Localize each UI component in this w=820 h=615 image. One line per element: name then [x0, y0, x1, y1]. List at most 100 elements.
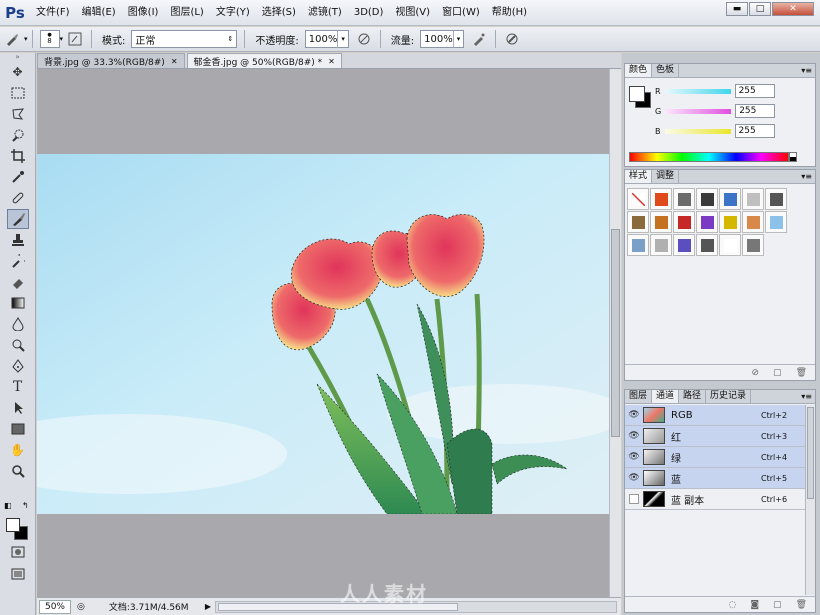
blur-tool-icon[interactable]: [7, 314, 29, 334]
menu-file[interactable]: 文件(F): [30, 0, 76, 26]
style-swatch[interactable]: [719, 234, 741, 256]
panel-foreground-swatch[interactable]: [629, 86, 645, 102]
pen-tool-icon[interactable]: [7, 356, 29, 376]
brush-panel-icon[interactable]: [66, 30, 84, 48]
eye-icon[interactable]: 👁: [625, 452, 643, 462]
menu-filter[interactable]: 滤镜(T): [302, 0, 348, 26]
eyedropper-tool-icon[interactable]: [7, 167, 29, 187]
value-b[interactable]: 255: [734, 124, 775, 138]
airbrush-icon[interactable]: [470, 30, 488, 48]
style-swatch[interactable]: [627, 234, 649, 256]
slider-r[interactable]: [664, 88, 731, 94]
brush-dropdown-icon[interactable]: ▾: [60, 35, 64, 43]
clear-style-icon[interactable]: ⊘: [752, 368, 760, 378]
menu-select[interactable]: 选择(S): [256, 0, 302, 26]
style-swatch[interactable]: [627, 188, 649, 210]
style-swatch[interactable]: [765, 188, 787, 210]
channel-row-blue-copy[interactable]: 蓝 副本 Ctrl+6: [625, 489, 805, 510]
marquee-tool-icon[interactable]: [7, 83, 29, 103]
gradient-tool-icon[interactable]: [7, 293, 29, 313]
doc-tab-background[interactable]: 背景.jpg @ 33.3%(RGB/8#) ✕: [37, 53, 185, 68]
brush-tool-preset-icon[interactable]: [3, 30, 21, 48]
opacity-dropdown-icon[interactable]: ▾: [337, 30, 347, 48]
hand-tool-icon[interactable]: ✋: [7, 440, 29, 460]
channel-row-red[interactable]: 👁 红 Ctrl+3: [625, 426, 805, 447]
menu-view[interactable]: 视图(V): [389, 0, 436, 26]
new-style-icon[interactable]: ▢: [773, 368, 782, 378]
close-tab-icon[interactable]: ✕: [328, 57, 335, 66]
menu-image[interactable]: 图像(I): [122, 0, 165, 26]
tab-channels[interactable]: 通道: [652, 390, 680, 403]
value-r[interactable]: 255: [734, 84, 775, 98]
slider-g[interactable]: [665, 108, 732, 114]
foreground-color-swatch[interactable]: [6, 518, 20, 532]
move-tool-icon[interactable]: ✥: [7, 62, 29, 82]
new-channel-icon[interactable]: ▢: [773, 600, 782, 610]
tab-styles[interactable]: 样式: [625, 170, 653, 183]
eraser-tool-icon[interactable]: [7, 272, 29, 292]
crop-tool-icon[interactable]: [7, 146, 29, 166]
style-swatch[interactable]: [673, 188, 695, 210]
menu-edit[interactable]: 编辑(E): [76, 0, 122, 26]
style-swatch[interactable]: [650, 188, 672, 210]
style-swatch[interactable]: [673, 234, 695, 256]
flow-input[interactable]: 100% ▾: [420, 30, 465, 48]
minimize-button[interactable]: ▬: [726, 2, 748, 16]
tab-swatches[interactable]: 色板: [652, 64, 680, 77]
delete-style-icon[interactable]: 🗑: [796, 368, 807, 378]
style-swatch[interactable]: [742, 188, 764, 210]
history-brush-tool-icon[interactable]: [7, 251, 29, 271]
value-g[interactable]: 255: [735, 104, 776, 118]
dodge-tool-icon[interactable]: [7, 335, 29, 355]
style-swatch[interactable]: [742, 211, 764, 233]
tab-paths[interactable]: 路径: [679, 390, 707, 403]
brush-size-picker[interactable]: ● 8: [39, 30, 60, 48]
delete-channel-icon[interactable]: 🗑: [796, 600, 807, 610]
style-swatch[interactable]: [719, 211, 741, 233]
close-button[interactable]: ✕: [772, 2, 814, 16]
eye-icon[interactable]: 👁: [625, 473, 643, 483]
channel-row-blue[interactable]: 👁 蓝 Ctrl+5: [625, 468, 805, 489]
panel-menu-icon[interactable]: ▾≡: [801, 390, 812, 403]
eye-icon[interactable]: 👁: [625, 410, 643, 420]
screen-mode-icon[interactable]: [7, 564, 29, 584]
channels-scrollbar[interactable]: [805, 405, 815, 595]
path-selection-tool-icon[interactable]: [7, 398, 29, 418]
tab-layers[interactable]: 图层: [625, 390, 653, 403]
slider-b[interactable]: [664, 128, 731, 134]
preset-dropdown-icon[interactable]: ▾: [24, 35, 28, 43]
style-swatch[interactable]: [765, 211, 787, 233]
style-swatch[interactable]: [696, 211, 718, 233]
default-colors-icon[interactable]: ◧: [4, 501, 12, 510]
rectangle-tool-icon[interactable]: [7, 419, 29, 439]
status-menu-arrow-icon[interactable]: ▶: [205, 602, 211, 611]
doc-tab-tulip[interactable]: 郁金香.jpg @ 50%(RGB/8#) * ✕: [186, 53, 342, 68]
style-swatch[interactable]: [719, 188, 741, 210]
tulip-photo-canvas[interactable]: [37, 154, 609, 514]
pressure-opacity-icon[interactable]: [355, 30, 373, 48]
style-swatch[interactable]: [696, 188, 718, 210]
quick-mask-icon[interactable]: [7, 542, 29, 562]
channel-row-green[interactable]: 👁 绿 Ctrl+4: [625, 447, 805, 468]
color-spectrum-ramp[interactable]: [629, 152, 789, 162]
vertical-scrollbar-thumb[interactable]: [611, 229, 620, 437]
panel-menu-icon[interactable]: ▾≡: [801, 170, 812, 183]
quick-selection-tool-icon[interactable]: [7, 125, 29, 145]
swap-colors-icon[interactable]: ↰: [22, 501, 29, 510]
panel-menu-icon[interactable]: ▾≡: [801, 64, 812, 77]
pressure-size-icon[interactable]: [503, 30, 521, 48]
visibility-toggle-off[interactable]: [629, 494, 639, 504]
tab-history[interactable]: 历史记录: [706, 390, 752, 403]
save-selection-icon[interactable]: ◙: [750, 600, 759, 610]
menu-help[interactable]: 帮助(H): [486, 0, 533, 26]
clone-stamp-tool-icon[interactable]: [7, 230, 29, 250]
menu-window[interactable]: 窗口(W): [436, 0, 486, 26]
mode-select[interactable]: 正常 ⇕: [131, 30, 238, 48]
zoom-level-input[interactable]: 50%: [39, 599, 71, 614]
vertical-scrollbar[interactable]: [609, 69, 621, 597]
tab-color[interactable]: 颜色: [625, 64, 653, 77]
opacity-input[interactable]: 100% ▾: [304, 30, 349, 48]
canvas-area[interactable]: [37, 69, 609, 597]
style-swatch[interactable]: [650, 211, 672, 233]
black-white-swatch[interactable]: [789, 152, 797, 162]
